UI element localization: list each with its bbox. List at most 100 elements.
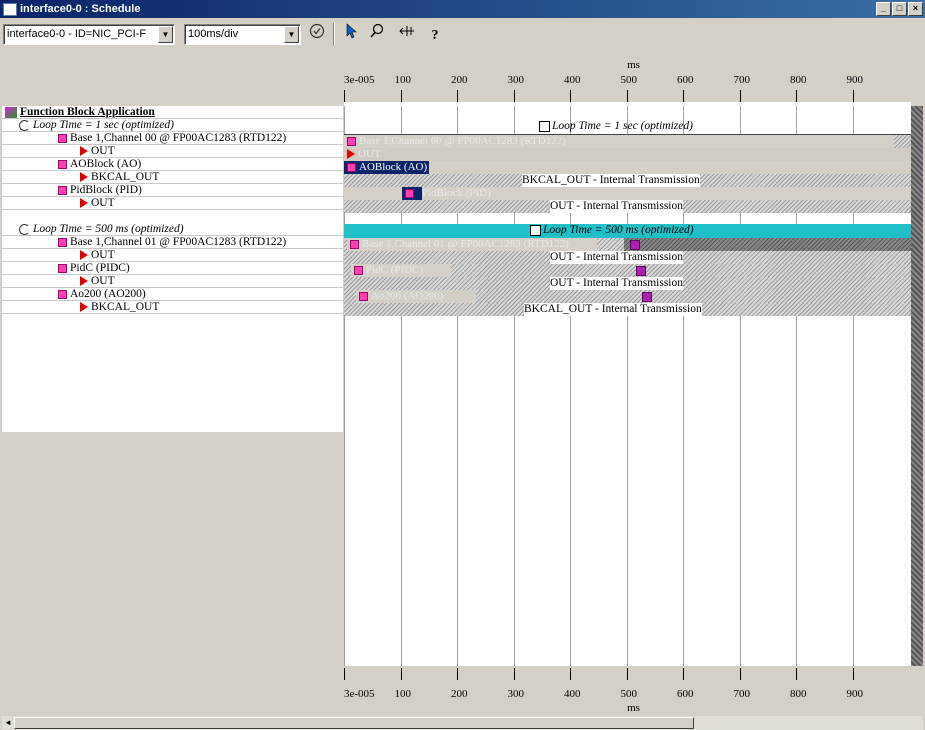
tick-mark xyxy=(796,90,797,102)
tick-label: 400 xyxy=(564,74,581,86)
help-button[interactable]: ? xyxy=(424,23,446,45)
function-block-icon xyxy=(405,188,414,198)
function-block-icon xyxy=(58,159,67,169)
tree-row-block[interactable]: AOBlock (AO) xyxy=(2,158,343,171)
tree-row-block[interactable]: Base 1,Channel 00 @ FP00AC1283 (RTD122) xyxy=(2,132,343,145)
horizontal-scrollbar[interactable]: ◄ xyxy=(2,716,923,730)
loop2-checkbox[interactable] xyxy=(530,224,541,236)
magnifier-icon xyxy=(370,23,384,38)
loop-icon xyxy=(19,119,30,131)
schedule-bar[interactable]: OUT xyxy=(344,148,911,161)
schedule-bar[interactable]: Base 1,Channel 00 @ FP00AC1283 (RTD122) xyxy=(344,135,894,148)
tick-mark xyxy=(683,668,684,680)
add-marker-button[interactable] xyxy=(396,23,418,45)
tree-row-param[interactable]: BKCAL_OUT xyxy=(2,301,343,314)
tick-mark xyxy=(400,668,402,680)
tick-mark xyxy=(852,668,854,680)
chevron-down-icon[interactable]: ▼ xyxy=(158,26,173,43)
selected-block: AOBlock (AO) xyxy=(344,161,430,174)
dark-hatch-region xyxy=(624,238,911,251)
gantt-row: OUT - Internal Transmission xyxy=(344,251,911,264)
schedule-bar[interactable]: PidBlock (PID) xyxy=(402,187,522,200)
tick-label: 300 xyxy=(507,688,525,700)
function-block-icon xyxy=(359,291,368,301)
tick-mark xyxy=(457,668,458,680)
timescale-select[interactable]: 100ms/div ▼ xyxy=(184,24,301,45)
function-block-icon xyxy=(630,240,640,250)
question-mark-icon: ? xyxy=(431,28,439,43)
function-block-icon xyxy=(347,162,356,172)
transmission-label: BKCAL_OUT - Internal Transmission xyxy=(522,174,700,187)
transmission-label: OUT - Internal Transmission xyxy=(550,200,683,213)
schedule-bar[interactable]: Ao200 (AO200) xyxy=(356,290,476,303)
schedule-bar[interactable]: PidC (PIDC) xyxy=(351,264,451,277)
tick-mark xyxy=(344,668,345,680)
minimize-button[interactable]: _ xyxy=(876,2,891,16)
output-param-icon xyxy=(347,149,355,160)
function-block-icon xyxy=(58,237,67,247)
function-block-icon xyxy=(58,289,67,299)
marker-icon xyxy=(399,26,414,36)
tick-label: 600 xyxy=(677,74,694,86)
function-block-icon xyxy=(58,185,67,195)
tick-label: 3e-005 xyxy=(344,688,375,700)
tree-row-block[interactable]: PidBlock (PID) xyxy=(2,184,343,197)
tick-label: 100 xyxy=(394,688,412,700)
tick-label: 200 xyxy=(451,74,468,86)
gantt-row: PidBlock (PID) xyxy=(344,187,911,200)
output-param-icon xyxy=(80,302,88,313)
loop2-label: Loop Time = 500 ms (optimized) xyxy=(530,224,694,237)
tree-row-block[interactable]: Ao200 (AO200) xyxy=(2,288,343,301)
close-button[interactable]: × xyxy=(908,2,923,16)
axis-unit: ms xyxy=(627,59,640,71)
toolbar: interface0-0 - ID=NIC_PCI-F ▼ 100ms/div … xyxy=(0,19,925,49)
tick-label: 500 xyxy=(620,688,638,700)
gantt-row: OUT xyxy=(344,148,911,161)
tick-label: 700 xyxy=(733,688,751,700)
tick-mark xyxy=(683,90,684,102)
tree-row-loop1[interactable]: Loop Time = 1 sec (optimized) xyxy=(2,119,343,132)
tick-mark xyxy=(400,90,402,102)
tick-label: 600 xyxy=(677,688,694,700)
tree-row-block[interactable]: Base 1,Channel 01 @ FP00AC1283 (RTD122) xyxy=(2,236,343,249)
tree-row-param[interactable]: OUT xyxy=(2,145,343,158)
tick-mark xyxy=(852,90,854,102)
tree-row-param[interactable]: OUT xyxy=(2,275,343,288)
select-pointer-button[interactable] xyxy=(340,23,362,45)
refresh-button[interactable] xyxy=(306,23,328,45)
tick-label: 200 xyxy=(451,688,468,700)
tree-row-param[interactable]: BKCAL_OUT xyxy=(2,171,343,184)
tick-label: 800 xyxy=(790,688,807,700)
tree-row-param[interactable]: OUT xyxy=(2,249,343,262)
loop1-band: Loop Time = 1 sec (optimized) xyxy=(344,120,911,135)
pointer-icon xyxy=(346,23,357,39)
time-axis-bottom: 3e-005 100 200 300 400 500 600 700 800 900 ms xyxy=(344,666,923,716)
scroll-thumb[interactable] xyxy=(14,717,694,729)
gantt-row: BKCAL_OUT - Internal Transmission xyxy=(344,174,911,187)
function-block-icon xyxy=(642,292,652,302)
chevron-down-icon[interactable]: ▼ xyxy=(284,26,299,43)
tree-row-block[interactable]: PidC (PIDC) xyxy=(2,262,343,275)
scroll-left-icon[interactable]: ◄ xyxy=(2,716,14,730)
tick-label: 900 xyxy=(846,74,864,86)
zoom-button[interactable] xyxy=(366,23,388,45)
tree-row-param[interactable]: OUT xyxy=(2,197,343,210)
loop1-checkbox[interactable] xyxy=(539,120,550,132)
window-controls: _ □ × xyxy=(876,2,923,16)
tree-row-loop2[interactable]: Loop Time = 500 ms (optimized) xyxy=(2,223,343,236)
tick-label: 100 xyxy=(394,74,412,86)
tick-mark xyxy=(739,668,741,680)
schedule-bar[interactable]: Base 1,Channel 01 @ FP00AC1283 (RTD122) xyxy=(347,238,597,251)
schedule-bar[interactable]: AOBlock (AO) xyxy=(344,161,911,174)
schedule-chart[interactable]: Loop Time = 1 sec (optimized) Base 1,Cha… xyxy=(344,52,911,716)
tick-mark xyxy=(513,668,515,680)
maximize-button[interactable]: □ xyxy=(892,2,907,16)
tick-mark xyxy=(739,90,741,102)
output-param-icon xyxy=(80,172,88,183)
loop1-label: Loop Time = 1 sec (optimized) xyxy=(539,120,693,133)
interface-select[interactable]: interface0-0 - ID=NIC_PCI-F ▼ xyxy=(3,24,175,45)
transmission-label: OUT - Internal Transmission xyxy=(550,277,683,290)
tick-label: 500 xyxy=(620,74,638,86)
tree-row-app[interactable]: Function Block Application xyxy=(2,106,343,119)
tick-mark xyxy=(570,90,571,102)
